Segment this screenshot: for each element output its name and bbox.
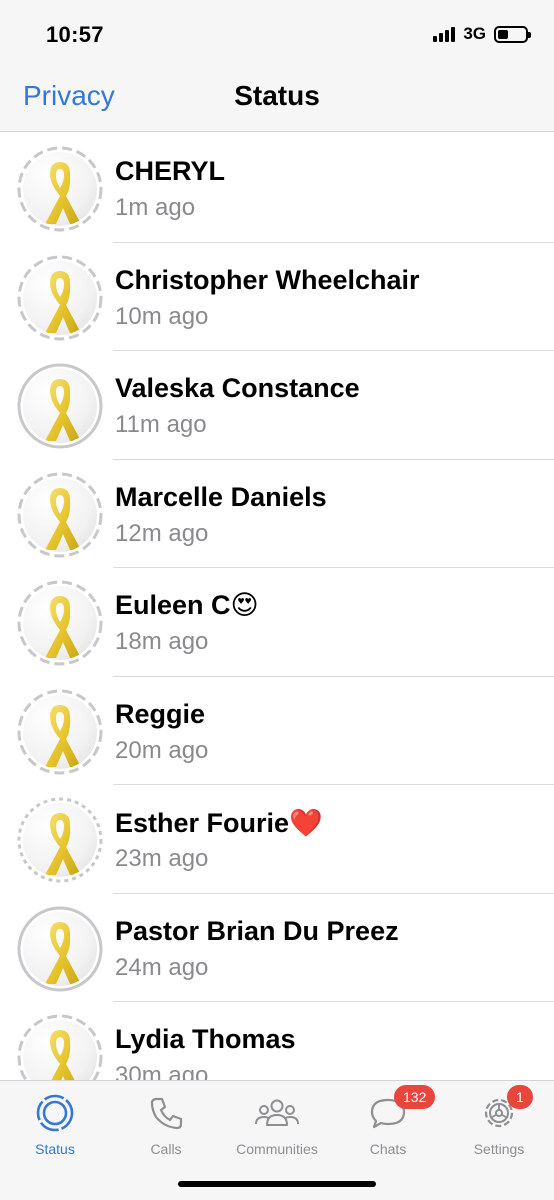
status-time: 18m ago	[115, 628, 209, 655]
tab-calls[interactable]: Calls	[111, 1091, 221, 1157]
status-bar: 10:57 3G	[0, 0, 554, 66]
ribbon-image	[23, 586, 97, 660]
status-row[interactable]: Euleen C😍 18m ago	[0, 568, 554, 677]
status-contact-name: Euleen C😍	[115, 590, 259, 620]
status-avatar[interactable]	[17, 255, 103, 341]
chats-badge: 132	[394, 1085, 436, 1109]
tab-communities[interactable]: Communities	[222, 1091, 332, 1157]
status-avatar[interactable]	[17, 797, 103, 883]
status-avatar[interactable]	[17, 689, 103, 775]
status-contact-name: Esther Fourie❤️	[115, 808, 323, 838]
status-list[interactable]: CHERYL 1m ago Christopher Wheelchair 10m…	[0, 134, 554, 1080]
status-avatar[interactable]	[17, 1014, 103, 1080]
navigation-bar: Privacy Status	[0, 66, 554, 132]
status-time: 30m ago	[115, 1062, 209, 1080]
status-time: 20m ago	[115, 736, 209, 764]
tab-chats-label: Chats	[369, 1141, 407, 1157]
status-avatar[interactable]	[17, 580, 103, 666]
network-type: 3G	[463, 24, 486, 43]
ribbon-image	[23, 260, 97, 335]
status-row[interactable]: Lydia Thomas 30m ago	[0, 1002, 554, 1080]
status-ring-icon	[33, 1091, 77, 1135]
tab-calls-label: Calls	[150, 1141, 182, 1157]
status-time: 23m ago	[115, 845, 209, 872]
signal-icon	[433, 26, 456, 42]
status-contact-name: Marcelle Daniels	[115, 481, 327, 512]
tab-chats[interactable]: 132 Chats	[333, 1085, 443, 1157]
ribbon-image	[23, 911, 97, 986]
status-row[interactable]: Marcelle Daniels 12m ago	[0, 460, 554, 568]
status-time: 1m ago	[115, 194, 196, 221]
status-time: 24m ago	[115, 953, 209, 981]
status-time: 10m ago	[115, 302, 209, 330]
ribbon-image	[23, 803, 97, 877]
status-time: 11m ago	[115, 411, 207, 438]
status-avatar[interactable]	[17, 472, 103, 558]
battery-icon	[494, 25, 531, 43]
tab-status-label: Status	[35, 1141, 75, 1157]
status-contact-name: Valeska Constance	[115, 373, 360, 403]
page-title: Status	[234, 80, 320, 111]
status-contact-name: Lydia Thomas	[115, 1024, 296, 1054]
chat-bubble-icon: 132	[366, 1085, 436, 1135]
status-contact-name: CHERYL	[115, 156, 226, 186]
gear-icon: 1	[477, 1085, 533, 1135]
status-contact-name: Reggie	[115, 698, 206, 729]
status-avatar[interactable]	[17, 363, 103, 449]
status-row[interactable]: CHERYL 1m ago	[0, 134, 554, 243]
status-contact-name: Christopher Wheelchair	[115, 264, 420, 295]
status-avatar[interactable]	[17, 146, 103, 232]
status-row[interactable]: Pastor Brian Du Preez 24m ago	[0, 894, 554, 1002]
status-time: 12m ago	[115, 519, 209, 547]
ribbon-image	[23, 152, 97, 226]
phone-icon	[144, 1091, 188, 1135]
status-row[interactable]: Reggie 20m ago	[0, 677, 554, 785]
tab-status[interactable]: Status	[0, 1091, 110, 1157]
status-row[interactable]: Valeska Constance 11m ago	[0, 351, 554, 460]
ribbon-image	[23, 694, 97, 769]
status-row[interactable]: Christopher Wheelchair 10m ago	[0, 243, 554, 351]
settings-badge: 1	[507, 1085, 533, 1109]
tab-settings-label: Settings	[473, 1141, 525, 1157]
ribbon-image	[23, 369, 97, 443]
status-contact-name: Pastor Brian Du Preez	[115, 915, 399, 946]
status-indicators: 3G	[433, 24, 531, 44]
people-group-icon	[255, 1091, 299, 1135]
tab-settings[interactable]: 1 Settings	[444, 1085, 554, 1157]
ribbon-image	[23, 477, 97, 552]
tab-communities-label: Communities	[236, 1141, 318, 1157]
status-row[interactable]: Esther Fourie❤️ 23m ago	[0, 785, 554, 894]
clock: 10:57	[46, 22, 104, 47]
home-indicator[interactable]	[178, 1181, 376, 1187]
status-avatar[interactable]	[17, 906, 103, 992]
